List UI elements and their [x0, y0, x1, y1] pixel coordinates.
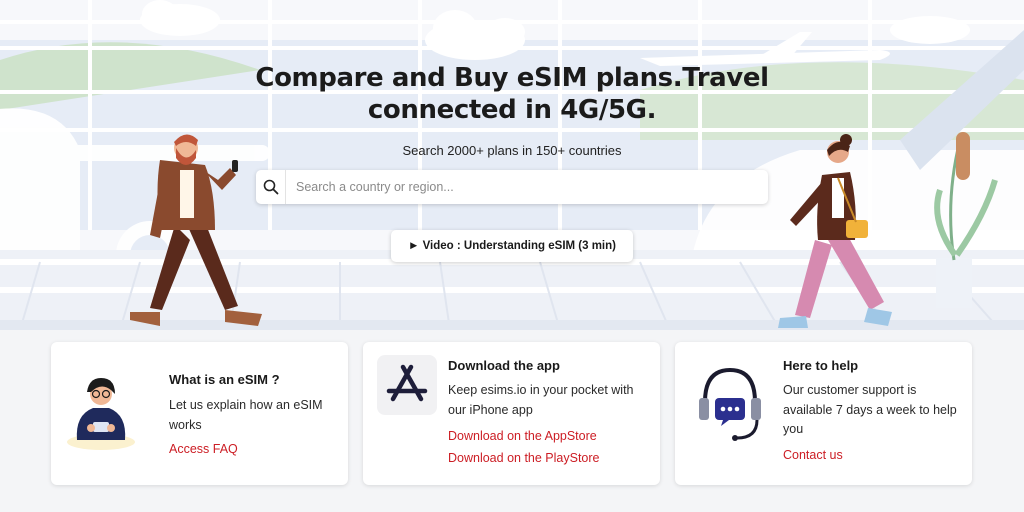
app-store-icon	[377, 355, 437, 415]
hero-section: Compare and Buy eSIM plans.Travel connec…	[0, 0, 1024, 330]
card-here-to-help: Here to help Our customer support is ava…	[675, 342, 972, 485]
card-title: Download the app	[448, 358, 560, 373]
headset-support-icon	[699, 367, 761, 441]
playstore-download-link[interactable]: Download on the PlayStore	[448, 451, 599, 465]
page-title: Compare and Buy eSIM plans.Travel connec…	[232, 62, 792, 126]
contact-us-link[interactable]: Contact us	[783, 448, 843, 462]
access-faq-link[interactable]: Access FAQ	[169, 442, 238, 456]
info-cards: What is an eSIM ? Let us explain how an …	[0, 330, 1024, 512]
card-download-app: Download the app Keep esims.io in your p…	[363, 342, 660, 485]
search-input[interactable]	[286, 171, 768, 203]
card-what-is-esim: What is an eSIM ? Let us explain how an …	[51, 342, 348, 485]
card-title: Here to help	[783, 358, 859, 373]
search-subtitle: Search 2000+ plans in 150+ countries	[402, 143, 622, 158]
card-description: Let us explain how an eSIM works	[169, 398, 323, 432]
appstore-download-link[interactable]: Download on the AppStore	[448, 429, 597, 443]
card-description: Our customer support is available 7 days…	[783, 383, 957, 436]
person-with-phone-illustration	[67, 378, 135, 450]
title-line-1: Compare and Buy eSIM plans.Travel	[255, 63, 769, 93]
card-description: Keep esims.io in your pocket with our iP…	[448, 383, 634, 417]
hero-illustration	[0, 0, 1024, 330]
search-bar[interactable]	[256, 170, 768, 204]
title-line-2: connected in 4G/5G.	[367, 95, 657, 125]
video-button[interactable]: ► Video : Understanding eSIM (3 min)	[391, 230, 633, 262]
search-icon[interactable]	[256, 170, 286, 204]
card-title: What is an eSIM ?	[169, 372, 280, 387]
